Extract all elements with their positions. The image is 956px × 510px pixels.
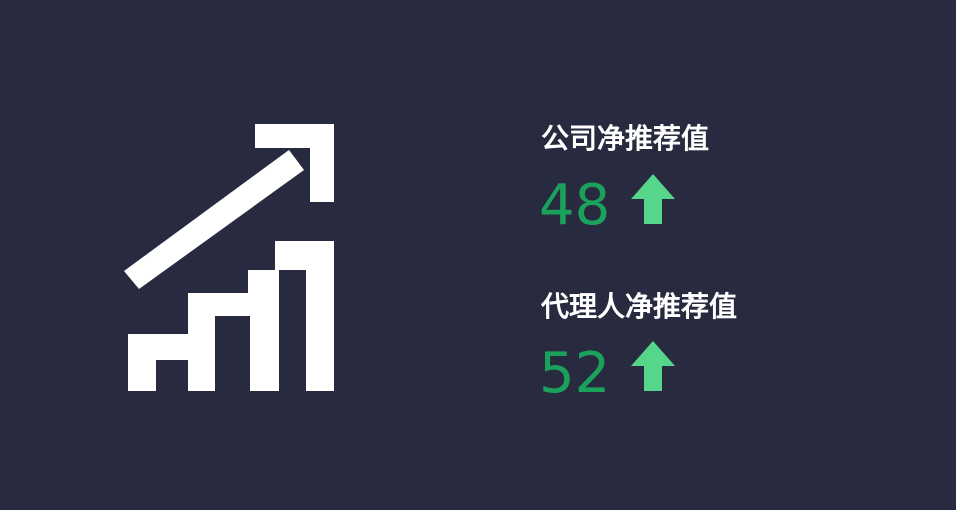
growth-chart-icon: [124, 124, 334, 391]
company-nps-label: 公司净推荐值: [541, 122, 710, 155]
company-nps-value: 48: [539, 173, 611, 238]
agent-nps-value: 52: [539, 341, 611, 406]
arrow-up-icon: [631, 174, 675, 224]
agent-nps-label: 代理人净推荐值: [541, 290, 738, 323]
arrow-up-icon: [631, 341, 675, 391]
